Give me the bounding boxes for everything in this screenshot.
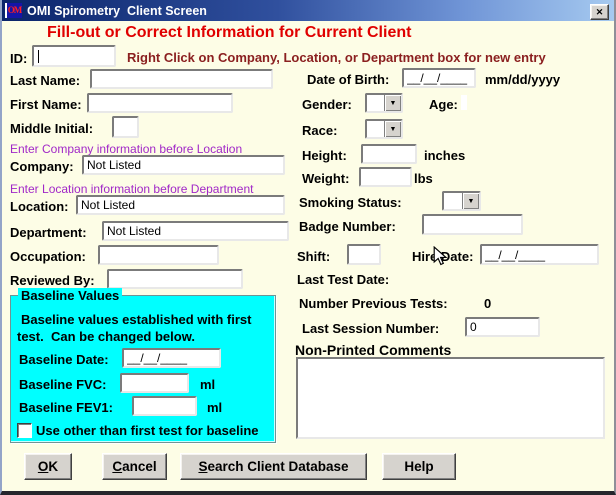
id-label: ID: — [10, 51, 27, 66]
baseline-values-group: Baseline Values Baseline values establis… — [10, 295, 276, 443]
chevron-down-icon[interactable]: ▼ — [462, 193, 479, 209]
company-input[interactable] — [82, 155, 285, 175]
weight-label: Weight: — [302, 171, 349, 186]
baseline-date-input[interactable] — [122, 348, 221, 368]
badge-number-label: Badge Number: — [299, 219, 396, 234]
baseline-fvc-label: Baseline FVC: — [19, 377, 106, 392]
dob-format-label: mm/dd/yyyy — [485, 72, 560, 87]
weight-unit-label: lbs — [414, 171, 433, 186]
last-name-label: Last Name: — [10, 73, 80, 88]
shift-input[interactable] — [347, 244, 381, 265]
occupation-label: Occupation: — [10, 249, 86, 264]
smoking-status-label: Smoking Status: — [299, 195, 402, 210]
omi-app-icon: OM — [5, 3, 22, 18]
reviewed-by-input[interactable] — [107, 269, 243, 289]
gender-label: Gender: — [302, 97, 352, 112]
close-icon[interactable]: ✕ — [590, 4, 609, 20]
ok-button-accesskey: O — [38, 459, 49, 474]
occupation-input[interactable] — [98, 245, 219, 265]
dob-input[interactable] — [402, 68, 476, 88]
badge-number-input[interactable] — [422, 214, 523, 235]
race-label: Race: — [302, 123, 337, 138]
text-caret — [38, 50, 39, 63]
search-client-database-button[interactable]: Search Client Database — [180, 453, 367, 480]
hire-date-input[interactable] — [480, 244, 599, 265]
location-label: Location: — [10, 199, 69, 214]
first-name-label: First Name: — [10, 97, 82, 112]
baseline-description-line2: test. Can be changed below. — [17, 329, 195, 344]
gender-value — [367, 95, 384, 111]
chevron-down-icon[interactable]: ▼ — [384, 95, 401, 111]
race-value — [367, 121, 384, 137]
id-input[interactable] — [32, 45, 116, 67]
smoking-status-value — [444, 193, 462, 209]
department-label: Department: — [10, 225, 87, 240]
baseline-fev1-label: Baseline FEV1: — [19, 400, 113, 415]
dob-label: Date of Birth: — [307, 72, 389, 87]
shift-label: Shift: — [297, 249, 330, 264]
last-name-input[interactable] — [90, 69, 273, 89]
baseline-values-title: Baseline Values — [18, 288, 122, 303]
comments-label: Non-Printed Comments — [295, 342, 451, 358]
last-session-label: Last Session Number: — [302, 321, 439, 336]
company-label: Company: — [10, 159, 74, 174]
window-title: OMI Spirometry Client Screen — [27, 4, 207, 18]
page-title: Fill-out or Correct Information for Curr… — [47, 24, 411, 42]
age-label: Age: — [429, 97, 458, 112]
help-button-label: Help — [404, 459, 433, 474]
ok-button[interactable]: OK — [24, 453, 72, 480]
search-button-accesskey: S — [198, 459, 207, 474]
baseline-fvc-unit: ml — [200, 377, 215, 392]
cancel-button[interactable]: Cancel — [102, 453, 167, 480]
location-input[interactable] — [76, 195, 285, 215]
first-name-input[interactable] — [87, 93, 233, 113]
baseline-fvc-input[interactable] — [120, 373, 189, 393]
middle-initial-label: Middle Initial: — [10, 121, 93, 136]
company-hint: Enter Company information before Locatio… — [10, 142, 242, 156]
height-label: Height: — [302, 148, 347, 163]
smoking-status-dropdown[interactable]: ▼ — [442, 191, 481, 211]
use-other-test-label: Use other than first test for baseline — [36, 423, 259, 438]
baseline-fev1-input[interactable] — [132, 396, 197, 416]
cancel-button-label: ancel — [122, 459, 157, 474]
chevron-down-icon[interactable]: ▼ — [384, 121, 401, 137]
race-dropdown[interactable]: ▼ — [365, 119, 403, 139]
gender-dropdown[interactable]: ▼ — [365, 93, 403, 113]
cancel-button-accesskey: C — [112, 459, 122, 474]
search-button-label: earch Client Database — [207, 459, 348, 474]
last-test-date-label: Last Test Date: — [297, 272, 389, 287]
last-session-input[interactable] — [465, 317, 540, 337]
middle-initial-input[interactable] — [112, 116, 139, 138]
right-click-hint: Right Click on Company, Location, or Dep… — [127, 50, 546, 65]
comments-textarea[interactable] — [296, 357, 605, 439]
client-screen-dialog: OM OMI Spirometry Client Screen ✕ Fill-o… — [0, 0, 616, 495]
reviewed-by-label: Reviewed By: — [10, 273, 95, 288]
prev-tests-label: Number Previous Tests: — [299, 296, 448, 311]
hire-date-label: Hire Date: — [412, 249, 473, 264]
ok-button-label: K — [48, 459, 58, 474]
title-bar[interactable]: OM OMI Spirometry Client Screen ✕ — [2, 0, 614, 21]
age-value — [461, 95, 467, 110]
weight-input[interactable] — [359, 167, 412, 187]
baseline-date-label: Baseline Date: — [19, 352, 109, 367]
help-button[interactable]: Help — [382, 453, 456, 480]
use-other-test-checkbox[interactable] — [17, 423, 32, 438]
department-input[interactable] — [102, 221, 289, 241]
height-input[interactable] — [361, 144, 417, 164]
baseline-fev1-unit: ml — [207, 400, 222, 415]
height-unit-label: inches — [424, 148, 465, 163]
location-hint: Enter Location information before Depart… — [10, 182, 253, 196]
baseline-description-line1: Baseline values established with first — [21, 312, 251, 327]
prev-tests-value: 0 — [484, 296, 491, 311]
